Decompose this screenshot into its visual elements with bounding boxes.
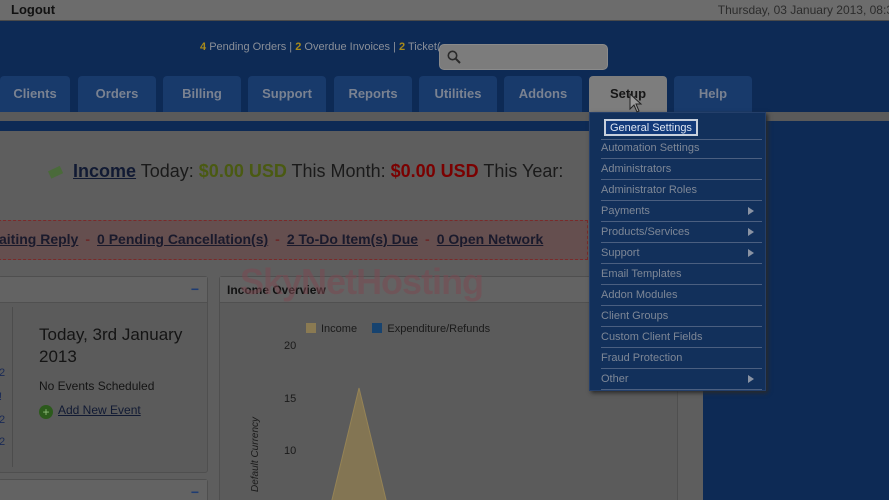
menu-item-label: Support [601, 247, 640, 259]
status-separator: - [425, 231, 430, 247]
menu-item-products-services[interactable]: Products/Services [601, 222, 762, 243]
tab-orders[interactable]: Orders [78, 76, 156, 112]
menu-item-label: Products/Services [601, 226, 690, 238]
calendar-panel: − 2 ! 2 2 Today, 3rd January 2013 No Eve… [0, 276, 208, 473]
income-summary: Income Today: $0.00 USD This Month: $0.0… [48, 161, 563, 182]
y-tick: 20 [284, 340, 297, 352]
menu-item-payments[interactable]: Payments [601, 201, 762, 222]
menu-item-custom-client-fields[interactable]: Custom Client Fields [601, 327, 762, 348]
current-date: Thursday, 03 January 2013, 08:3 [717, 3, 889, 17]
alert-separator: | [289, 41, 293, 53]
legend-expenditure: Expenditure/Refunds [387, 323, 491, 335]
network-issues-link[interactable]: 0 Open Network [437, 231, 544, 247]
menu-item-label: Other [601, 373, 629, 385]
today-date: Today, 3rd January 2013 [39, 325, 183, 366]
legend-income-swatch [306, 323, 316, 333]
income-today-label: Today: [140, 161, 194, 181]
alert-separator: | [393, 41, 396, 53]
submenu-arrow-icon [748, 375, 754, 383]
side-mark[interactable]: 2 [0, 414, 5, 426]
submenu-arrow-icon [748, 207, 754, 215]
y-tick: 10 [284, 445, 297, 457]
income-month-label: This Month: [291, 161, 386, 181]
submenu-arrow-icon [748, 249, 754, 257]
tab-utilities[interactable]: Utilities [419, 76, 497, 112]
tab-support[interactable]: Support [248, 76, 326, 112]
top-bar: Logout Thursday, 03 January 2013, 08:3 [0, 0, 889, 21]
menu-item-addon-modules[interactable]: Addon Modules [601, 285, 762, 306]
income-month-value: $0.00 USD [390, 161, 479, 181]
pending-cancellations-link[interactable]: 0 Pending Cancellation(s) [97, 231, 268, 247]
menu-item-other[interactable]: Other [601, 369, 762, 390]
no-events-text: No Events Scheduled [39, 379, 155, 393]
tab-billing[interactable]: Billing [163, 76, 241, 112]
add-event-link[interactable]: + Add New Event [39, 403, 141, 419]
secondary-panel: − [0, 479, 208, 500]
minimize-icon[interactable]: − [191, 484, 199, 500]
pending-orders-link[interactable]: Pending Orders [209, 41, 286, 53]
search-icon [447, 50, 461, 64]
setup-dropdown-menu: General Settings Automation Settings Adm… [589, 112, 766, 391]
menu-item-label: General Settings [604, 119, 698, 136]
menu-item-email-templates[interactable]: Email Templates [601, 264, 762, 285]
overdue-invoices-count[interactable]: 2 [295, 41, 301, 53]
add-event-label: Add New Event [58, 403, 141, 417]
watermark: SkyNetHosting [240, 261, 484, 302]
menu-item-automation-settings[interactable]: Automation Settings [601, 138, 762, 159]
tab-addons[interactable]: Addons [504, 76, 582, 112]
tab-setup[interactable]: Setup [589, 76, 667, 112]
overdue-invoices-link[interactable]: Overdue Invoices [304, 41, 390, 53]
awaiting-reply-link[interactable]: aiting Reply [0, 231, 78, 247]
tickets-count[interactable]: 2 [399, 41, 405, 53]
status-separator: - [85, 231, 91, 247]
chart-legend: Income Expenditure/Refunds [306, 323, 490, 335]
income-today-value: $0.00 USD [198, 161, 287, 181]
pending-orders-count[interactable]: 4 [200, 41, 206, 53]
logout-link[interactable]: Logout [11, 2, 55, 17]
menu-item-fraud-protection[interactable]: Fraud Protection [601, 348, 762, 369]
status-separator: - [275, 231, 280, 247]
side-mark[interactable]: 2 [0, 367, 5, 379]
income-link[interactable]: Income [73, 161, 136, 181]
add-icon: + [39, 405, 53, 419]
money-icon [48, 165, 64, 179]
menu-item-administrators[interactable]: Administrators [601, 159, 762, 180]
menu-item-client-groups[interactable]: Client Groups [601, 306, 762, 327]
todo-items-link[interactable]: 2 To-Do Item(s) Due [287, 231, 418, 247]
side-mark[interactable]: ! [0, 391, 2, 403]
legend-income: Income [321, 323, 358, 335]
y-tick: 15 [284, 393, 297, 405]
tickets-link[interactable]: Ticket( [408, 41, 441, 53]
income-year-label: This Year: [483, 161, 564, 181]
calendar-panel-header: − [0, 277, 207, 303]
calendar-side-list: 2 ! 2 2 [0, 307, 13, 467]
tab-help[interactable]: Help [674, 76, 752, 112]
secondary-panel-header: − [0, 480, 207, 500]
tab-reports[interactable]: Reports [334, 76, 412, 112]
submenu-arrow-icon [748, 228, 754, 236]
menu-item-support[interactable]: Support [601, 243, 762, 264]
income-peak [331, 387, 387, 500]
minimize-icon[interactable]: − [191, 281, 199, 297]
mouse-cursor-icon [629, 93, 643, 113]
y-axis-label: Default Currency [250, 416, 261, 492]
search-input[interactable] [439, 44, 608, 70]
menu-item-administrator-roles[interactable]: Administrator Roles [601, 180, 762, 201]
status-bar: aiting Reply -0 Pending Cancellation(s) -2… [0, 220, 588, 260]
alert-summary: 4 Pending Orders | 2 Overdue Invoices | … [200, 41, 441, 53]
tab-clients[interactable]: Clients [0, 76, 70, 112]
legend-expenditure-swatch [372, 323, 383, 333]
menu-item-label: Payments [601, 205, 650, 217]
main-nav: Clients Orders Billing Support Reports U… [0, 76, 889, 112]
menu-item-general-settings[interactable]: General Settings [601, 119, 762, 140]
side-mark[interactable]: 2 [0, 436, 5, 448]
